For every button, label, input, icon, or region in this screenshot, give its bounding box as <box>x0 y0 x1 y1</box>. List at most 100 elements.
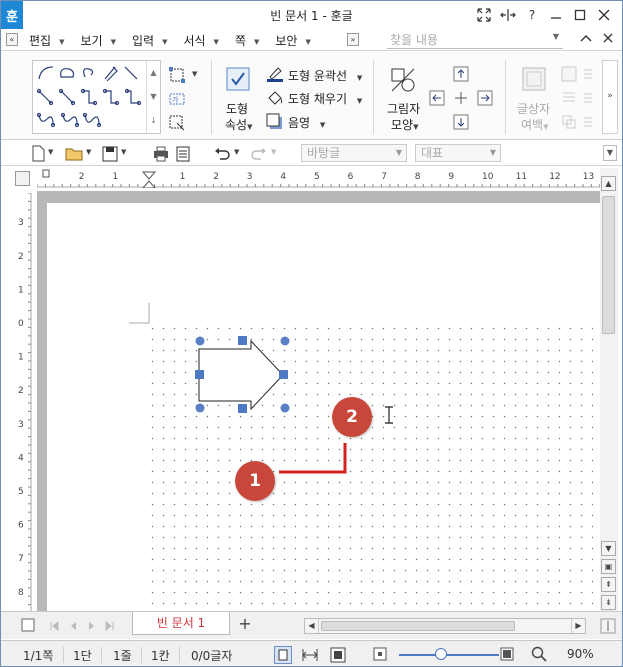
zoom-slider-thumb[interactable] <box>435 648 447 660</box>
status-page[interactable]: 1/1쪽 <box>23 647 53 664</box>
menu-scroll-left-icon[interactable]: « <box>6 33 18 46</box>
rotate-handle-icon[interactable] <box>280 403 290 413</box>
font-select[interactable]: 대표 ▼ <box>415 144 501 162</box>
resize-handle-icon[interactable] <box>238 336 247 345</box>
minimize-icon[interactable] <box>544 5 568 25</box>
chevron-down-icon[interactable]: ▼ <box>147 85 160 109</box>
fullscreen-icon[interactable] <box>472 5 496 25</box>
horizontal-ruler[interactable]: 2 1 1 2 3 4 5 6 7 8 9 10 11 12 13 <box>37 168 602 188</box>
vertical-scrollbar[interactable]: ▲ ▼ ▣ ⇞ ⇟ <box>600 168 618 611</box>
collapse-ribbon-icon[interactable] <box>578 32 594 46</box>
chevron-up-icon[interactable]: ▲ <box>147 61 160 85</box>
tab-document-1[interactable]: 빈 문서 1 <box>132 612 230 635</box>
ruler-label: 4 <box>280 172 286 182</box>
horizontal-scrollbar[interactable]: ◀ ▶ <box>304 618 586 634</box>
vertical-ruler[interactable]: 3 2 1 0 1 2 3 4 5 6 7 8 <box>15 193 32 611</box>
chevron-down-icon[interactable]: ▼ <box>234 148 239 156</box>
indent-marker-icon[interactable] <box>141 171 157 188</box>
menu-view[interactable]: 보기 ▼ <box>78 32 123 49</box>
maximize-icon[interactable] <box>568 5 592 25</box>
shape-props-label[interactable]: 도형 <box>226 100 248 117</box>
tab-list-icon[interactable] <box>21 618 35 632</box>
menu-format[interactable]: 서식 ▼ <box>181 32 226 49</box>
menu-page[interactable]: 쪽 ▼ <box>233 32 267 49</box>
scroll-down-icon[interactable]: ▼ <box>601 541 616 556</box>
zoom-magnifier-icon[interactable] <box>531 646 547 662</box>
fit-page-icon[interactable] <box>329 646 347 664</box>
chevron-down-icon[interactable]: ▼ <box>48 148 53 156</box>
chevron-down-icon[interactable]: ▼ <box>192 70 197 78</box>
align-bottom-icon[interactable] <box>453 114 469 130</box>
fit-width-icon[interactable] <box>301 646 319 664</box>
save-icon[interactable] <box>102 145 118 162</box>
shadow-shape-icon[interactable] <box>389 66 417 94</box>
ruler-corner[interactable] <box>15 171 30 186</box>
shadow-shape-label-2[interactable]: 모양▼ <box>391 116 418 133</box>
menu-security[interactable]: 보안 ▼ <box>273 32 318 49</box>
shadow-icon[interactable] <box>266 113 284 131</box>
split-view-icon[interactable] <box>496 5 520 25</box>
lasso-select-icon[interactable] <box>168 114 186 132</box>
print-preview-icon[interactable] <box>175 145 191 162</box>
scroll-left-icon[interactable]: ◀ <box>305 619 319 633</box>
shape-fill-button[interactable]: 도형 채우기 ▼ <box>288 90 362 107</box>
zoom-in-icon[interactable] <box>500 647 514 661</box>
gallery-expand-icon[interactable]: ↓ <box>147 109 160 133</box>
close-icon[interactable] <box>592 5 616 25</box>
rotate-handle-icon[interactable] <box>280 336 290 346</box>
scroll-up-icon[interactable]: ▲ <box>601 176 616 191</box>
horizontal-scroll-thumb[interactable] <box>321 621 515 631</box>
page-nav-icon[interactable]: ▣ <box>601 559 616 574</box>
menu-edit[interactable]: 편집 ▼ <box>27 32 72 49</box>
add-tab-button[interactable]: + <box>232 615 258 635</box>
zoom-out-icon[interactable] <box>373 647 387 661</box>
align-top-icon[interactable] <box>453 66 469 82</box>
select-object-icon[interactable] <box>168 66 186 84</box>
undo-icon[interactable] <box>213 145 231 162</box>
shape-props-label-2[interactable]: 속성▼ <box>225 116 252 133</box>
shape-outline-button[interactable]: 도형 윤곽선 ▼ <box>288 67 362 84</box>
ruler-label: 5 <box>314 172 320 182</box>
resize-handle-icon[interactable] <box>279 370 288 379</box>
shape-properties-icon[interactable] <box>225 66 253 94</box>
help-icon[interactable]: ? <box>520 5 544 25</box>
ruler-label: 12 <box>549 172 560 182</box>
align-left-icon[interactable] <box>429 90 445 106</box>
rotate-handle-icon[interactable] <box>195 336 205 346</box>
shape-gallery[interactable]: ▲ ▼ ↓ <box>32 60 161 134</box>
chevron-down-icon: ▼ <box>356 97 363 105</box>
zoom-slider[interactable] <box>399 654 499 656</box>
fill-bucket-icon[interactable] <box>266 89 284 107</box>
split-window-icon[interactable] <box>600 618 616 634</box>
prev-page-icon[interactable]: ⇞ <box>601 577 616 592</box>
close-doc-icon[interactable] <box>600 32 616 46</box>
shadow-button[interactable]: 음영 ▼ <box>288 114 325 131</box>
style-select[interactable]: 바탕글 ▼ <box>301 144 407 162</box>
new-document-icon[interactable] <box>31 145 45 162</box>
print-icon[interactable] <box>153 145 169 162</box>
gallery-scroll[interactable]: ▲ ▼ ↓ <box>146 61 160 133</box>
zoom-level[interactable]: 90% <box>567 647 594 661</box>
scroll-right-icon[interactable]: ▶ <box>571 619 585 633</box>
normal-view-icon[interactable] <box>274 646 292 664</box>
move-center-icon[interactable] <box>453 90 469 106</box>
chevron-down-icon[interactable]: ▼ <box>553 32 559 41</box>
chevron-down-icon[interactable]: ▼ <box>121 148 126 156</box>
outline-pen-icon[interactable] <box>266 65 284 83</box>
toolbar-expand-icon[interactable]: ▼ <box>603 145 617 161</box>
vertical-scroll-thumb[interactable] <box>602 196 615 334</box>
resize-handle-icon[interactable] <box>238 404 247 413</box>
open-folder-icon[interactable] <box>65 145 83 162</box>
object-group-icon[interactable]: 가 <box>168 90 186 108</box>
search-input[interactable]: 찾을 내용 ▼ <box>387 31 563 49</box>
chevron-down-icon[interactable]: ▼ <box>86 148 91 156</box>
resize-handle-icon[interactable] <box>195 370 204 379</box>
rotate-handle-icon[interactable] <box>195 403 205 413</box>
next-page-icon[interactable]: ⇟ <box>601 595 616 610</box>
align-right-icon[interactable] <box>477 90 493 106</box>
ribbon-expand-icon[interactable]: » <box>602 60 618 134</box>
menu-insert[interactable]: 입력 ▼ <box>130 32 175 49</box>
menu-scroll-right-icon[interactable]: » <box>347 33 359 46</box>
shadow-shape-label[interactable]: 그림자 <box>387 100 420 117</box>
left-margin-marker-icon[interactable] <box>42 169 50 178</box>
